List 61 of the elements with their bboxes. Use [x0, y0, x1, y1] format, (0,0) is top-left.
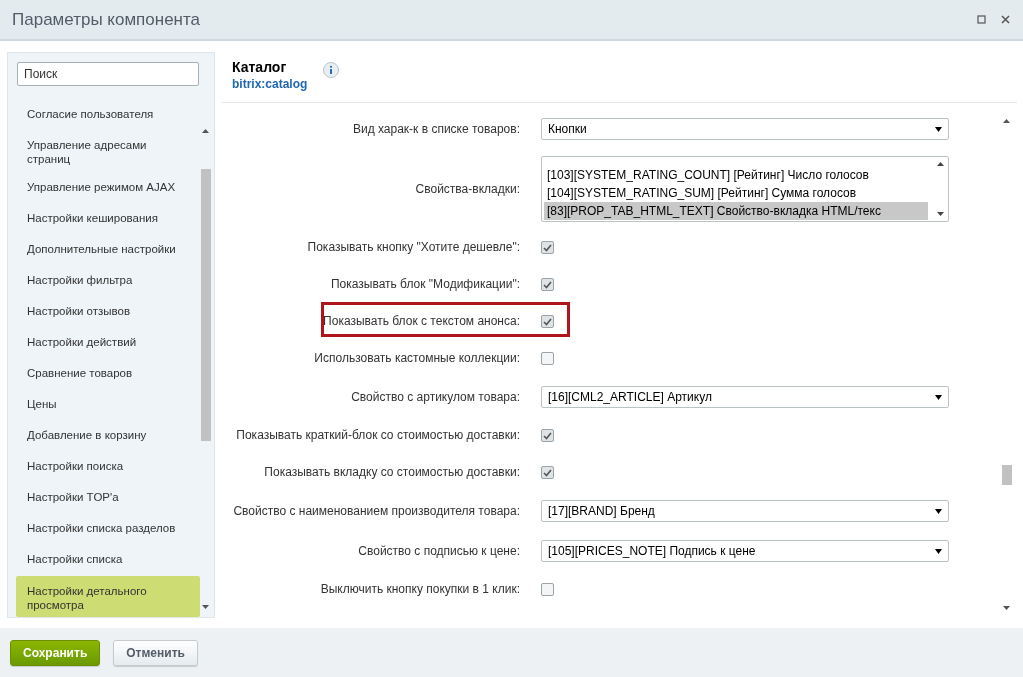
info-icon[interactable]	[323, 62, 340, 78]
field-label: Свойства-вкладки:	[414, 181, 520, 197]
checkbox[interactable]	[541, 315, 554, 328]
field-label: Показывать вкладку со стоимостью доставки:	[263, 465, 520, 480]
checkbox[interactable]	[541, 278, 554, 291]
sidebar-item[interactable]: Цены	[16, 390, 200, 421]
checkbox[interactable]	[541, 429, 554, 442]
close-button[interactable]	[999, 13, 1011, 26]
list-option[interactable]: [104][SYSTEM_RATING_SUM] [Рейтинг] Сумма голосов	[544, 184, 928, 202]
scroll-down-arrow-icon[interactable]	[202, 605, 209, 609]
field-label: Выключить кнопку покупки в 1 клик:	[319, 582, 520, 597]
field-label: Использовать кастомные коллекции:	[313, 351, 520, 366]
caret-icon	[935, 508, 942, 514]
scroll-up-arrow-icon[interactable]	[1003, 119, 1010, 123]
list-option[interactable]: [103][SYSTEM_RATING_COUNT] [Рейтинг] Число голосов	[544, 166, 928, 184]
caret-icon	[935, 548, 942, 554]
scroll-down-arrow-icon[interactable]	[1003, 606, 1010, 610]
field-label: Свойство с артикулом товара:	[350, 389, 520, 405]
sidebar-item[interactable]: Настройки поиска	[16, 452, 200, 483]
field-label: Показывать блок с текстом анонса:	[322, 314, 520, 329]
checkbox[interactable]	[541, 352, 554, 365]
sidebar-item[interactable]: Настройки TOP'a	[16, 483, 200, 514]
caret-icon	[935, 126, 942, 132]
checkbox[interactable]	[541, 466, 554, 479]
cancel-button[interactable]: Отменить	[113, 639, 198, 666]
sidebar-item[interactable]: Настройки списка разделов	[16, 514, 200, 545]
list-box[interactable]: [103][SYSTEM_RATING_COUNT] [Рейтинг] Число голосов [104][SYSTEM_RATING_SUM] [Рейтинг] Сумма голосов [83][PROP_TAB_HTML_TEXT] Свойство-вкладка HTML/текс	[541, 156, 949, 222]
field-label: Свойство с наименованием производителя товара:	[232, 503, 520, 519]
sidebar-item[interactable]: Управление режимом AJAX	[16, 173, 200, 204]
sidebar-item[interactable]: Добавление в корзину	[16, 421, 200, 452]
caret-icon	[935, 394, 942, 400]
sidebar-item[interactable]: Сравнение товаров	[16, 359, 200, 390]
scroll-up-arrow-icon[interactable]	[937, 162, 944, 166]
list-option[interactable]: [83][PROP_TAB_HTML_TEXT] Свойство-вкладка HTML/текс	[544, 202, 928, 220]
dropdown[interactable]: Кнопки	[541, 118, 949, 140]
dropdown[interactable]: [16][CML2_ARTICLE] Артикул	[541, 386, 949, 408]
search-field[interactable]: Поиск	[17, 62, 199, 86]
field-label: Свойство с подписью к цене:	[357, 543, 520, 559]
field-label: Показывать блок "Модификации":	[329, 277, 520, 292]
sidebar-item[interactable]: Настройки действий	[16, 328, 200, 359]
sidebar-item[interactable]: Настройки детального просмотра	[16, 576, 200, 617]
component-title: Каталог	[232, 59, 288, 75]
sidebar-item[interactable]: Настройки списка	[16, 545, 200, 576]
checkbox[interactable]	[541, 241, 554, 254]
sidebar-item[interactable]: Настройки отзывов	[16, 297, 200, 328]
sidebar-item[interactable]: Управление адресами страниц	[16, 131, 200, 173]
field-label: Вид харак-к в списке товаров:	[351, 121, 520, 137]
sidebar-item[interactable]: Дополнительные настройки	[16, 235, 200, 266]
field-label: Показывать кнопку "Хотите дешевле":	[306, 240, 520, 255]
scroll-down-arrow-icon[interactable]	[937, 212, 944, 216]
window-title: Параметры компонента	[12, 9, 202, 30]
dropdown[interactable]: [105][PRICES_NOTE] Подпись к цене	[541, 540, 949, 562]
sidebar-item[interactable]: Согласие пользователя	[16, 100, 200, 131]
scroll-up-arrow-icon[interactable]	[202, 129, 209, 133]
sidebar-item[interactable]: Настройки фильтра	[16, 266, 200, 297]
checkbox[interactable]	[541, 583, 554, 596]
field-label: Показывать краткий-блок со стоимостью доставки:	[235, 428, 520, 443]
maximize-button[interactable]	[975, 13, 987, 26]
component-code-link[interactable]: bitrix:catalog	[232, 77, 308, 91]
dropdown[interactable]: [17][BRAND] Бренд	[541, 500, 949, 522]
sidebar-item[interactable]: Настройки кеширования	[16, 204, 200, 235]
